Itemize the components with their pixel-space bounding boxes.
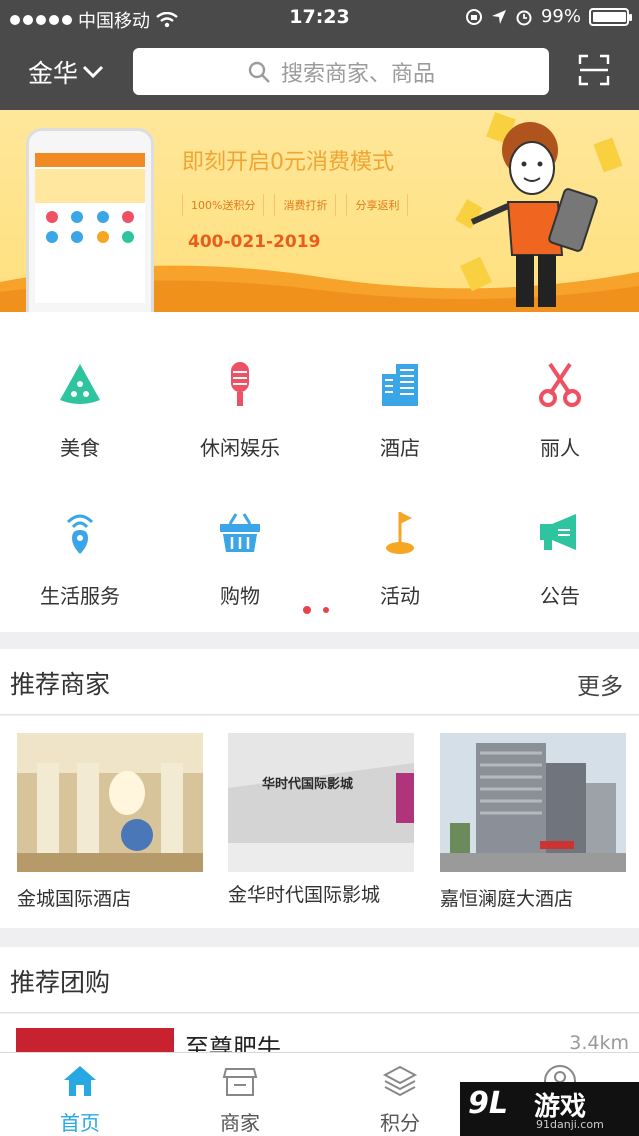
merchant-card[interactable]: 嘉恒澜庭大酒店 xyxy=(440,733,626,911)
battery-icon xyxy=(589,7,632,26)
page-dot xyxy=(323,607,329,613)
phone-mockup-image xyxy=(26,128,154,312)
groupbuy-list: 至尊肥牛 3.4km xyxy=(0,1014,639,1054)
category-label: 活动 xyxy=(380,584,420,608)
category-label: 公告 xyxy=(540,584,580,608)
status-right: 99% xyxy=(465,6,632,27)
pizza-icon xyxy=(60,364,100,404)
building-icon xyxy=(382,364,418,406)
search-icon xyxy=(248,61,270,83)
layers-icon xyxy=(382,1065,418,1097)
watermark-logo: 9L xyxy=(468,1086,508,1121)
search-placeholder: 搜索商家、商品 xyxy=(280,61,435,87)
megaphone-icon xyxy=(540,514,576,550)
section-title: 推荐商家 xyxy=(10,670,111,699)
banner-phone: 400-021-2019 xyxy=(188,232,321,252)
city-selector[interactable]: 金华 xyxy=(28,54,104,90)
search-input[interactable]: 搜索商家、商品 xyxy=(133,48,549,95)
top-bar: 中国移动 17:23 99% 金华 搜索商家、商品 xyxy=(0,0,639,110)
more-link[interactable]: 更多 xyxy=(577,667,623,701)
category-notice[interactable]: 公告 xyxy=(480,508,639,609)
merchant-photo xyxy=(17,733,203,872)
category-hotel[interactable]: 酒店 xyxy=(320,360,480,461)
category-food[interactable]: 美食 xyxy=(0,360,160,461)
category-grid: 美食 休闲娱乐 酒店 丽人 生活服务 购物 活动 公告 xyxy=(0,312,639,632)
page-indicator xyxy=(303,606,329,614)
flag-icon xyxy=(386,512,414,554)
home-icon xyxy=(64,1066,96,1096)
category-services[interactable]: 生活服务 xyxy=(0,508,160,609)
banner-tag: 消费打折 xyxy=(274,194,337,216)
groupbuy-header: 推荐团购 xyxy=(0,947,639,1013)
tab-label: 商家 xyxy=(220,1111,260,1135)
groupbuy-photo[interactable] xyxy=(16,1028,174,1054)
microphone-icon xyxy=(231,362,249,406)
merchant-photo: 华时代国际影城 xyxy=(228,733,414,872)
category-label: 酒店 xyxy=(380,436,420,460)
banner-tag: 分享返利 xyxy=(346,194,409,216)
scan-icon[interactable] xyxy=(578,54,610,86)
rotation-lock-icon xyxy=(465,8,482,25)
status-bar: 中国移动 17:23 99% xyxy=(0,0,639,36)
scissors-icon xyxy=(539,362,581,407)
tab-label: 积分 xyxy=(380,1111,420,1135)
merchant-name: 金华时代国际影城 xyxy=(228,884,381,906)
promo-banner[interactable]: 即刻开启0元消费模式 100%送积分 消费打折 分享返利 400-021-201… xyxy=(0,110,639,312)
merchants-header: 推荐商家 更多 xyxy=(0,649,639,715)
banner-tag: 100%送积分 xyxy=(182,194,265,216)
battery-percent: 99% xyxy=(540,6,581,27)
category-label: 丽人 xyxy=(540,436,580,460)
banner-tags: 100%送积分 消费打折 分享返利 xyxy=(182,194,409,216)
merchant-photo xyxy=(440,733,626,872)
category-label: 生活服务 xyxy=(40,584,120,608)
tab-points[interactable]: 积分 xyxy=(320,1063,480,1136)
merchant-card[interactable]: 华时代国际影城 金华时代国际影城 xyxy=(228,733,414,907)
category-shopping[interactable]: 购物 xyxy=(160,508,320,609)
site-watermark: 9L 游戏 91danji.com xyxy=(460,1082,639,1136)
tab-label: 首页 xyxy=(60,1111,100,1135)
location-arrow-icon xyxy=(491,9,506,24)
store-icon xyxy=(222,1068,258,1096)
page-dot-active xyxy=(303,606,311,614)
alarm-icon xyxy=(516,10,532,25)
merchant-list: 金城国际酒店 华时代国际影城 金华时代国际影城 嘉恒澜庭大酒店 xyxy=(0,716,639,928)
merchant-name: 嘉恒澜庭大酒店 xyxy=(440,888,574,910)
category-entertainment[interactable]: 休闲娱乐 xyxy=(160,360,320,461)
category-label: 休闲娱乐 xyxy=(200,436,280,460)
app-screen: 中国移动 17:23 99% 金华 搜索商家、商品 即刻开启0元消费模式 100… xyxy=(0,0,639,1136)
city-label: 金华 xyxy=(28,59,79,88)
category-label: 购物 xyxy=(220,584,260,608)
tab-merchants[interactable]: 商家 xyxy=(160,1063,320,1136)
groupbuy-name[interactable]: 至尊肥牛 xyxy=(185,1028,281,1054)
basket-icon xyxy=(220,513,260,552)
location-signal-icon xyxy=(66,514,94,554)
watermark-site: 91danji.com xyxy=(536,1118,604,1131)
merchant-card[interactable]: 金城国际酒店 xyxy=(17,733,203,911)
section-title: 推荐团购 xyxy=(10,968,111,997)
banner-title: 即刻开启0元消费模式 xyxy=(182,150,394,175)
cinema-sign-text: 华时代国际影城 xyxy=(262,777,354,792)
merchant-name: 金城国际酒店 xyxy=(17,888,132,910)
category-label: 美食 xyxy=(60,436,100,460)
groupbuy-distance: 3.4km xyxy=(569,1032,629,1054)
tab-home[interactable]: 首页 xyxy=(0,1063,160,1136)
cartoon-person-image xyxy=(455,112,623,307)
category-events[interactable]: 活动 xyxy=(320,508,480,609)
chevron-down-icon xyxy=(82,65,104,79)
category-beauty[interactable]: 丽人 xyxy=(480,360,639,461)
